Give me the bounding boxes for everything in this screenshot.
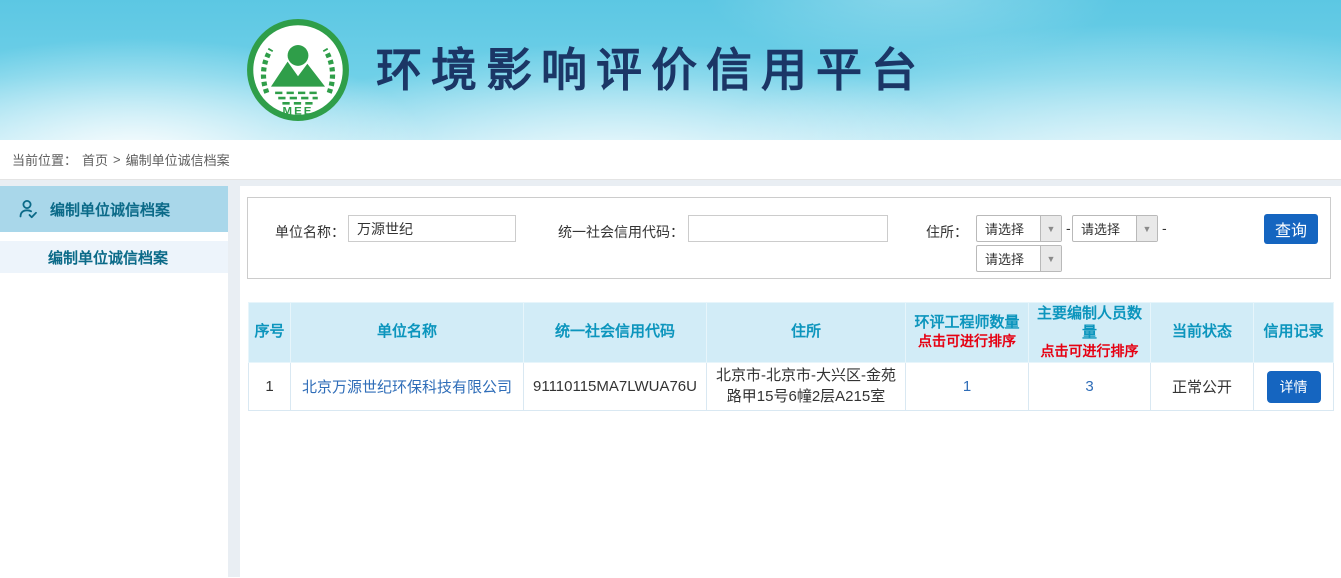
address-dash: - — [1162, 220, 1167, 236]
user-check-icon — [16, 197, 40, 221]
col-header-company: 单位名称 — [291, 303, 524, 363]
results-table: 序号 单位名称 统一社会信用代码 住所 环评工程师数量 点击可进行排序 主要编制… — [248, 302, 1334, 411]
mee-logo-icon: MEE — [246, 18, 350, 122]
breadcrumb-current: 编制单位诚信档案 — [126, 150, 230, 169]
company-name-input[interactable] — [348, 215, 516, 242]
col-header-address: 住所 — [707, 303, 906, 363]
cell-status: 正常公开 — [1151, 363, 1254, 411]
detail-button[interactable]: 详情 — [1267, 371, 1321, 403]
logo-text: MEE — [282, 106, 313, 118]
city-select[interactable]: 请选择 ▼ — [1072, 215, 1158, 242]
col-header-engineer-count: 环评工程师数量 — [908, 314, 1026, 333]
table-row: 1 北京万源世纪环保科技有限公司 91110115MA7LWUA76U 北京市-… — [249, 363, 1334, 411]
credit-code-label: 统一社会信用代码： — [548, 222, 684, 242]
sort-hint: 点击可进行排序 — [1031, 343, 1148, 361]
sidebar-item-label: 编制单位诚信档案 — [50, 199, 170, 220]
cell-address: 北京市-北京市-大兴区-金苑路甲15号6幢2层A215室 — [707, 363, 906, 411]
sort-hint: 点击可进行排序 — [908, 333, 1026, 351]
province-select[interactable]: 请选择 ▼ — [976, 215, 1062, 242]
sidebar-item-credit-archive[interactable]: 编制单位诚信档案 — [0, 241, 228, 273]
site-banner: MEE 环境影响评价信用平台 — [0, 0, 1341, 140]
content-area: 编制单位诚信档案 编制单位诚信档案 单位名称： 统一社会信用代码： 住所： 请选… — [0, 180, 1341, 577]
col-header-code: 统一社会信用代码 — [524, 303, 707, 363]
col-header-engineer-count-sort[interactable]: 环评工程师数量 点击可进行排序 — [906, 303, 1029, 363]
district-select-value: 请选择 — [977, 246, 1040, 271]
cell-index: 1 — [249, 363, 291, 411]
credit-code-input[interactable] — [688, 215, 888, 242]
engineer-count-link[interactable]: 1 — [963, 378, 971, 395]
dropdown-arrow-icon: ▼ — [1040, 246, 1061, 271]
breadcrumb-prefix: 当前位置： — [12, 150, 77, 169]
dropdown-arrow-icon: ▼ — [1040, 216, 1061, 241]
sidebar-item-credit-archive-parent[interactable]: 编制单位诚信档案 — [0, 186, 228, 232]
col-header-credit-record: 信用记录 — [1254, 303, 1334, 363]
sidebar: 编制单位诚信档案 编制单位诚信档案 — [0, 186, 228, 577]
breadcrumb-separator: > — [113, 152, 121, 167]
col-header-staff-count: 主要编制人员数量 — [1031, 305, 1148, 343]
district-select[interactable]: 请选择 ▼ — [976, 245, 1062, 272]
cell-credit-code: 91110115MA7LWUA76U — [524, 363, 707, 411]
company-name-label: 单位名称： — [269, 222, 345, 242]
staff-count-link[interactable]: 3 — [1085, 378, 1093, 395]
breadcrumb-home-link[interactable]: 首页 — [82, 150, 108, 169]
table-header-row: 序号 单位名称 统一社会信用代码 住所 环评工程师数量 点击可进行排序 主要编制… — [249, 303, 1334, 363]
breadcrumb: 当前位置： 首页 > 编制单位诚信档案 — [0, 140, 1341, 180]
sidebar-subitem-label: 编制单位诚信档案 — [48, 247, 168, 268]
company-name-link[interactable]: 北京万源世纪环保科技有限公司 — [302, 379, 512, 396]
col-header-index: 序号 — [249, 303, 291, 363]
dropdown-arrow-icon: ▼ — [1136, 216, 1157, 241]
address-label: 住所： — [920, 222, 968, 242]
col-header-staff-count-sort[interactable]: 主要编制人员数量 点击可进行排序 — [1029, 303, 1151, 363]
search-form: 单位名称： 统一社会信用代码： 住所： 请选择 ▼ - 请选择 ▼ - 请选择 … — [247, 197, 1331, 279]
city-select-value: 请选择 — [1073, 216, 1136, 241]
main-panel: 单位名称： 统一社会信用代码： 住所： 请选择 ▼ - 请选择 ▼ - 请选择 … — [240, 186, 1341, 577]
col-header-status: 当前状态 — [1151, 303, 1254, 363]
query-button[interactable]: 查询 — [1264, 214, 1318, 244]
address-dash: - — [1066, 220, 1071, 236]
province-select-value: 请选择 — [977, 216, 1040, 241]
page-title: 环境影响评价信用平台 — [376, 34, 926, 100]
